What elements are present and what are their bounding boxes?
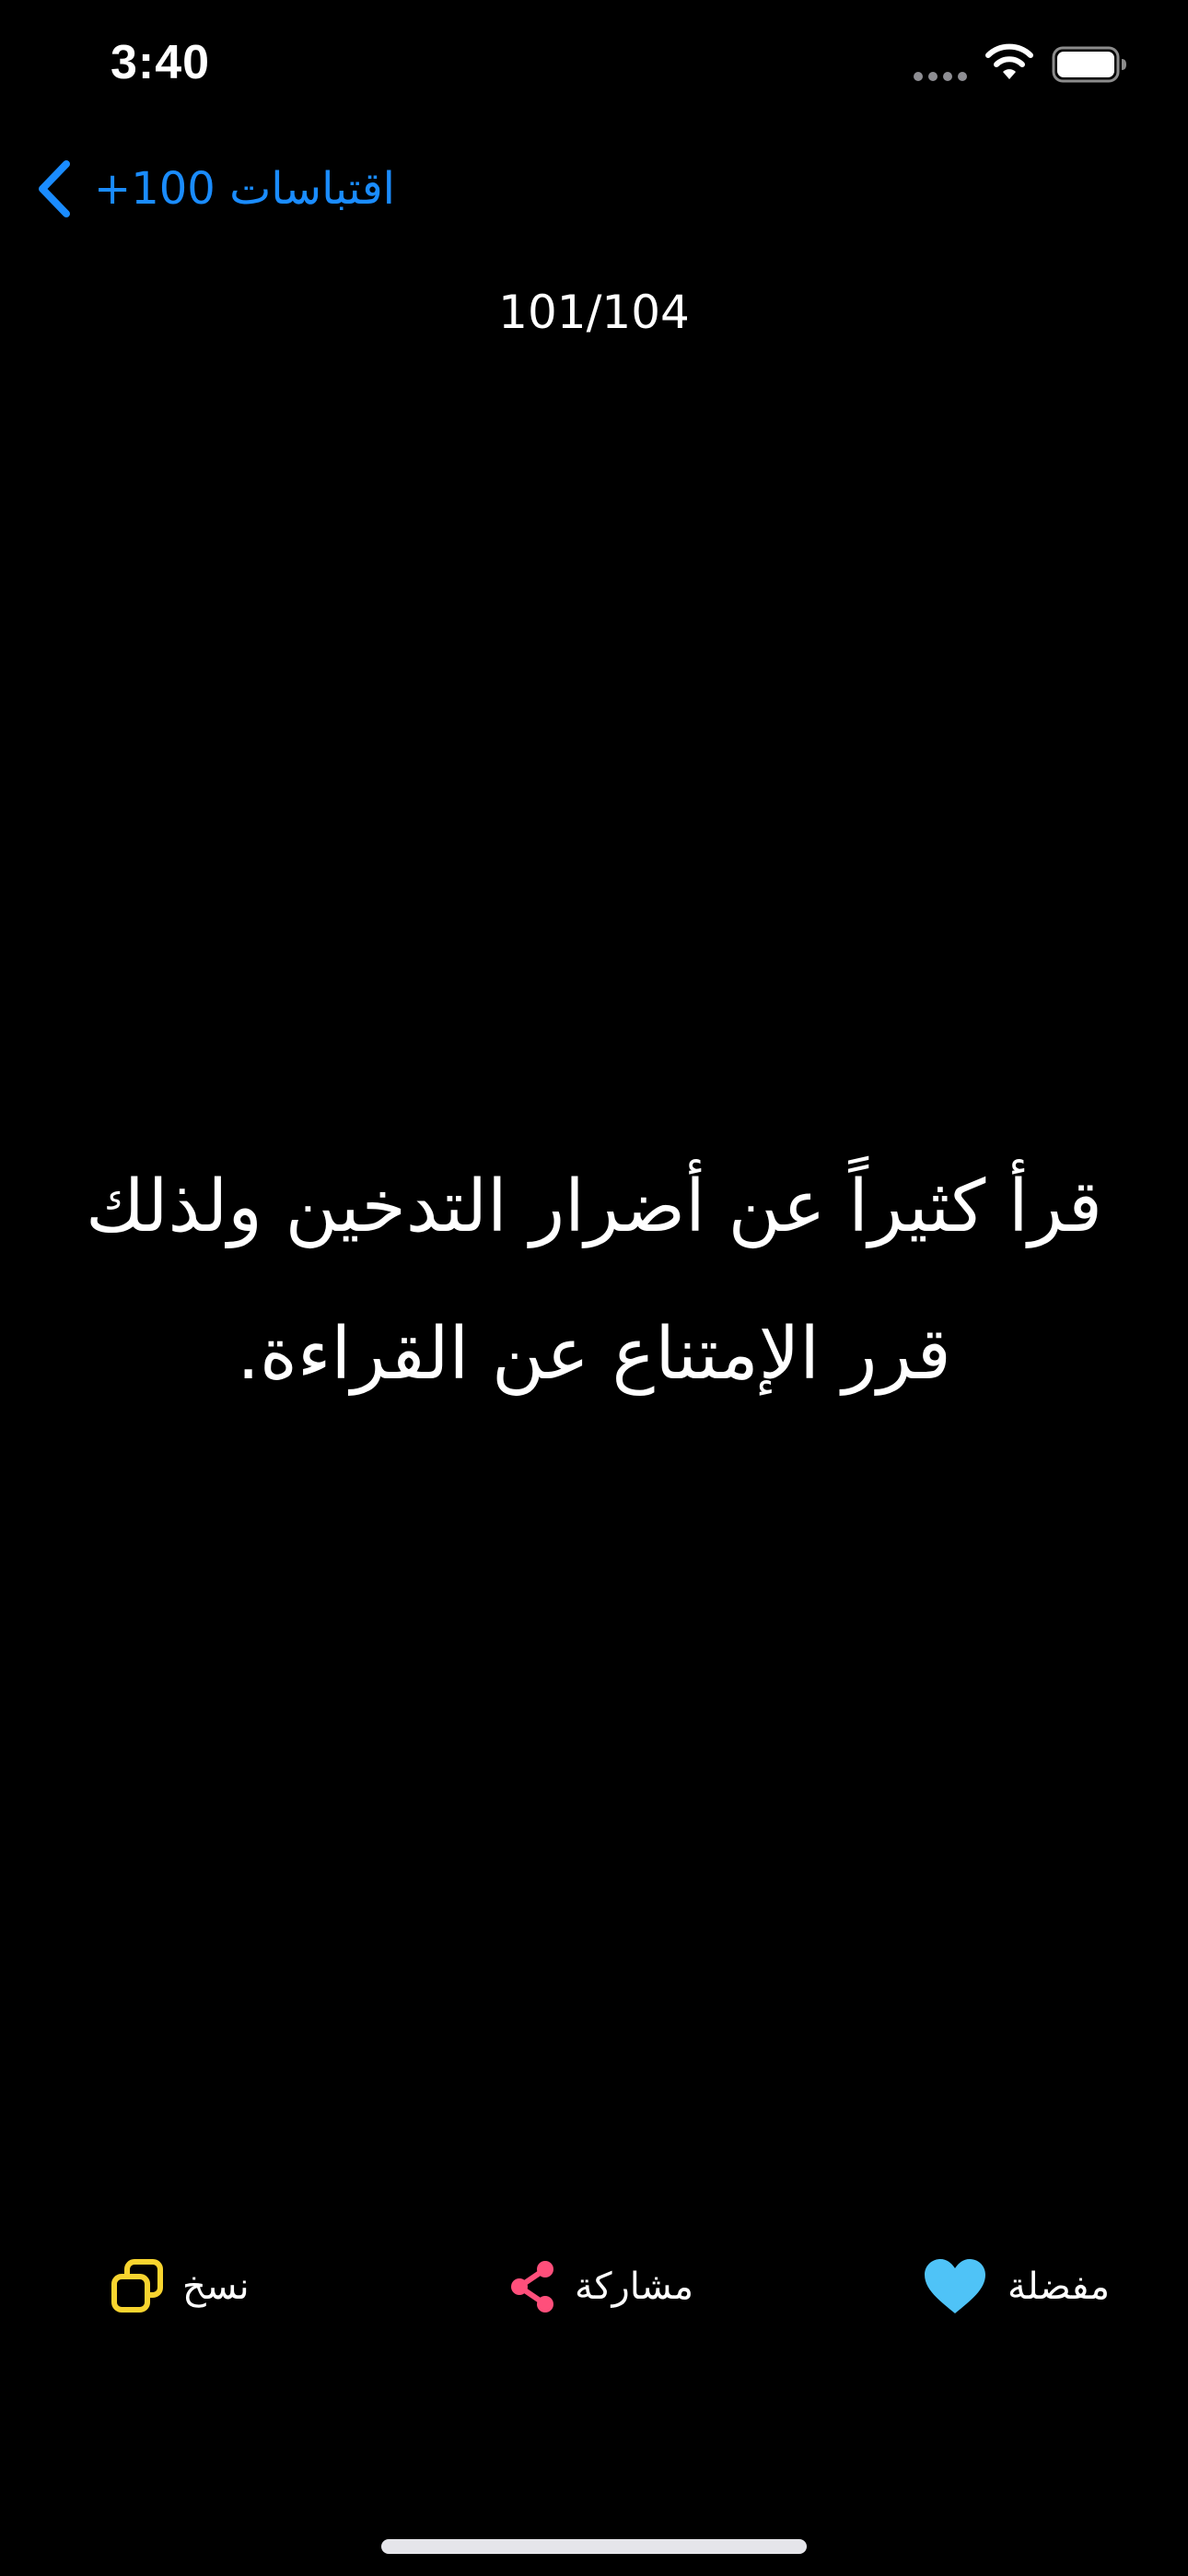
copy-icon	[111, 2259, 163, 2313]
share-icon	[511, 2261, 553, 2313]
cellular-signal-icon	[914, 72, 969, 81]
battery-icon	[1052, 46, 1126, 83]
copy-button[interactable]: نسخ	[109, 2248, 250, 2325]
page-counter: 101/104	[498, 286, 690, 339]
share-button[interactable]: مشاركة	[507, 2248, 693, 2325]
heart-icon	[925, 2259, 985, 2313]
share-label: مشاركة	[575, 2266, 694, 2308]
chevron-left-icon	[39, 160, 70, 217]
favorite-label: مفضلة	[1007, 2266, 1111, 2308]
status-bar: 3:40	[0, 0, 1188, 129]
quote-text: قرأ كثيراً عن أضرار التدخين ولذلك قرر ال…	[86, 1165, 1102, 1396]
wifi-icon	[985, 43, 1033, 79]
back-button-label: +100 اقتباسات	[94, 163, 395, 215]
status-time: 3:40	[111, 36, 211, 89]
copy-label: نسخ	[182, 2266, 250, 2308]
home-indicator	[381, 2539, 807, 2554]
favorite-button[interactable]: مفضلة	[921, 2248, 1110, 2325]
back-button[interactable]: +100 اقتباسات	[33, 155, 395, 223]
